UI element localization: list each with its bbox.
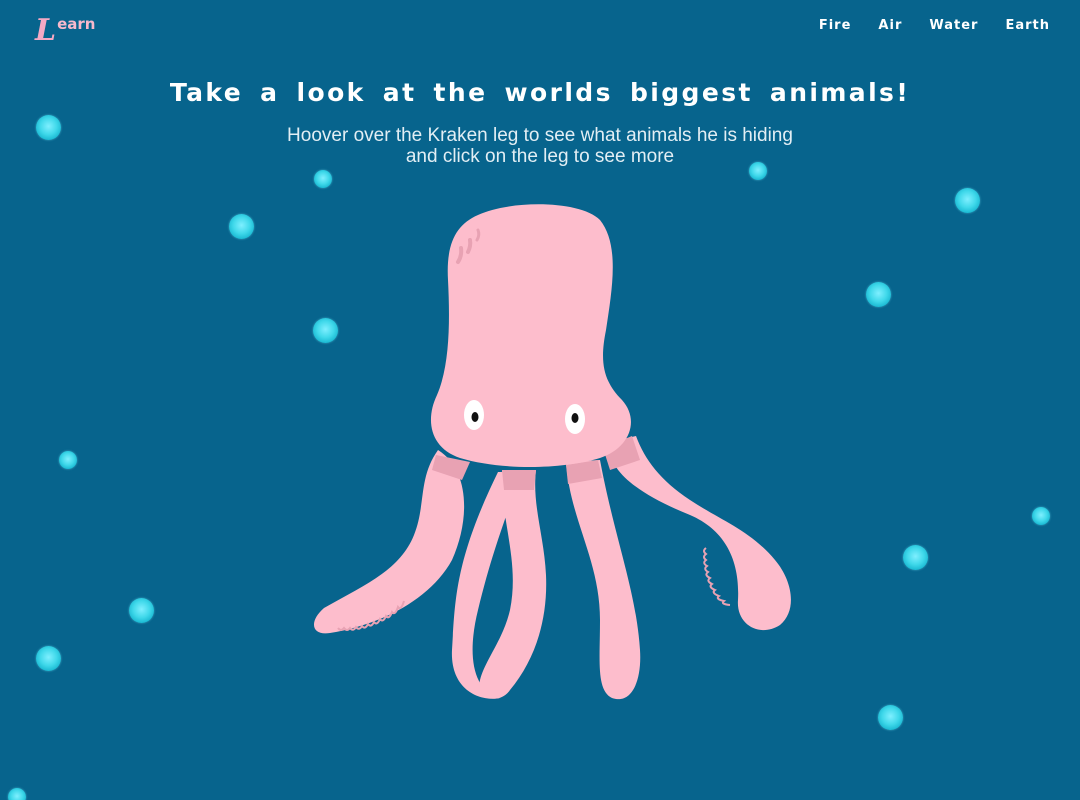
kraken-leg-1[interactable] [313,450,470,634]
kraken-body [430,204,631,467]
kraken-leg-2[interactable] [451,470,547,699]
kraken-illustration [313,204,791,700]
kraken-leg-3[interactable] [566,460,641,700]
kraken-right-eye [565,404,585,434]
page-canvas: L earn Fire Air Water Earth Take a look … [0,0,1080,800]
kraken-left-eye [464,400,484,430]
